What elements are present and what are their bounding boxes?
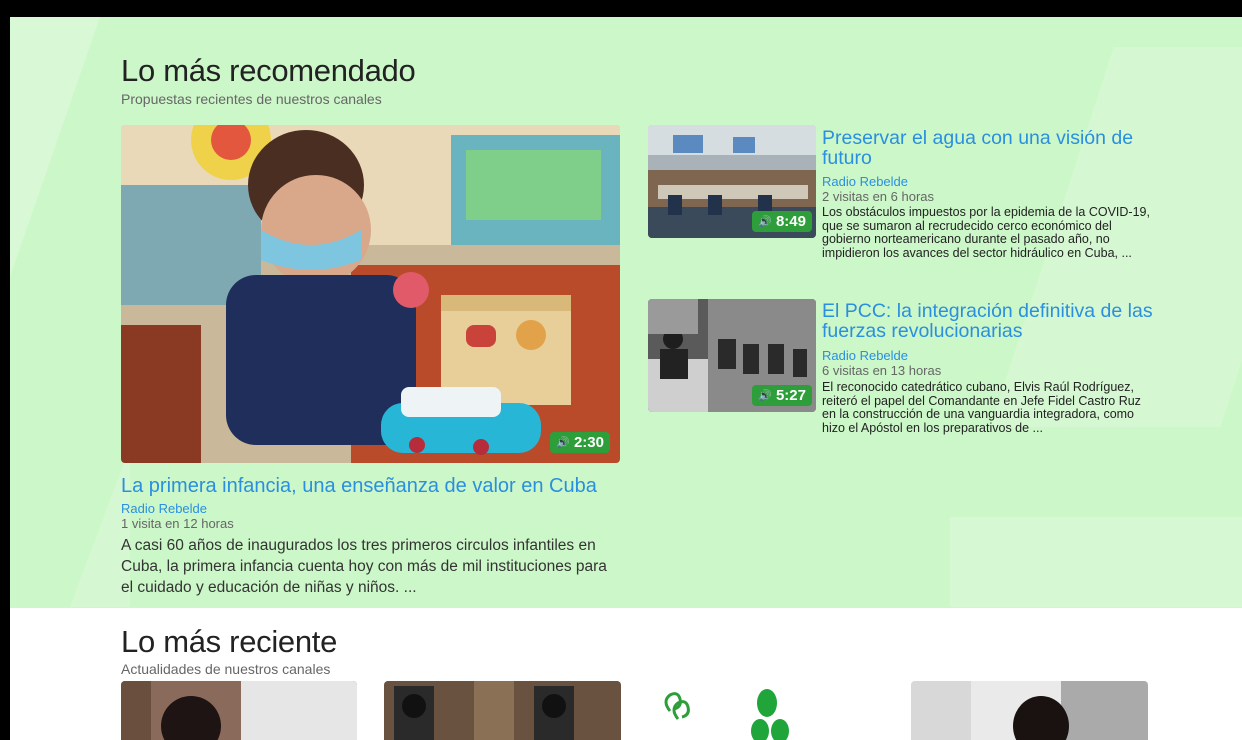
speaker-icon: 🔊: [758, 390, 772, 402]
featured-source-link[interactable]: Radio Rebelde: [121, 501, 207, 516]
recent-title: Lo más reciente: [121, 624, 338, 659]
recommended-title: Lo más recomendado: [121, 53, 416, 88]
side-item-2-thumbnail[interactable]: 🔊 5:27: [648, 299, 816, 412]
recent-item-thumbnail[interactable]: [648, 681, 884, 740]
duration-badge: 🔊 2:30: [550, 432, 610, 453]
side-item-1-visits: 2 visitas en 6 horas: [822, 189, 935, 204]
featured-title-link[interactable]: La primera infancia, una enseñanza de va…: [121, 475, 597, 498]
side-item-1-title-link[interactable]: Preservar el agua con una visión de futu…: [822, 128, 1162, 168]
speaker-icon: 🔊: [556, 437, 570, 449]
bg-shape: [10, 17, 100, 277]
side-item-1-source-link[interactable]: Radio Rebelde: [822, 174, 908, 189]
recommended-subtitle: Propuestas recientes de nuestros canales: [121, 91, 382, 107]
featured-image: [121, 125, 620, 463]
side-item-2-title-link[interactable]: El PCC: la integración definitiva de las…: [822, 301, 1162, 341]
featured-visits: 1 visita en 12 horas: [121, 516, 234, 531]
recommended-section: Lo más recomendado Propuestas recientes …: [10, 17, 1242, 608]
recent-item-thumbnail[interactable]: [121, 681, 357, 740]
side-item-1-thumbnail[interactable]: 🔊 8:49: [648, 125, 816, 238]
duration-badge: 🔊 8:49: [752, 211, 812, 232]
side-item-2-source-link[interactable]: Radio Rebelde: [822, 348, 908, 363]
side-item-1-description: Los obstáculos impuestos por la epidemia…: [822, 205, 1150, 260]
top-bar: [0, 0, 1242, 17]
featured-thumbnail[interactable]: 🔊 2:30: [121, 125, 620, 463]
left-edge: [0, 17, 10, 740]
featured-description: A casi 60 años de inaugurados los tres p…: [121, 537, 607, 596]
recent-subtitle: Actualidades de nuestros canales: [121, 661, 331, 677]
side-item-2-description: El reconocido catedrático cubano, Elvis …: [822, 380, 1141, 435]
recent-item-thumbnail[interactable]: [384, 681, 621, 740]
bg-shape: [950, 517, 1242, 607]
recent-item-image: [121, 681, 357, 740]
recent-item-thumbnail[interactable]: [911, 681, 1148, 740]
recent-item-image: [911, 681, 1148, 740]
recent-item-logo: [648, 681, 884, 740]
side-item-2-visits: 6 visitas en 13 horas: [822, 363, 942, 378]
recent-item-image: [384, 681, 621, 740]
duration-badge: 🔊 5:27: [752, 385, 812, 406]
speaker-icon: 🔊: [758, 216, 772, 228]
